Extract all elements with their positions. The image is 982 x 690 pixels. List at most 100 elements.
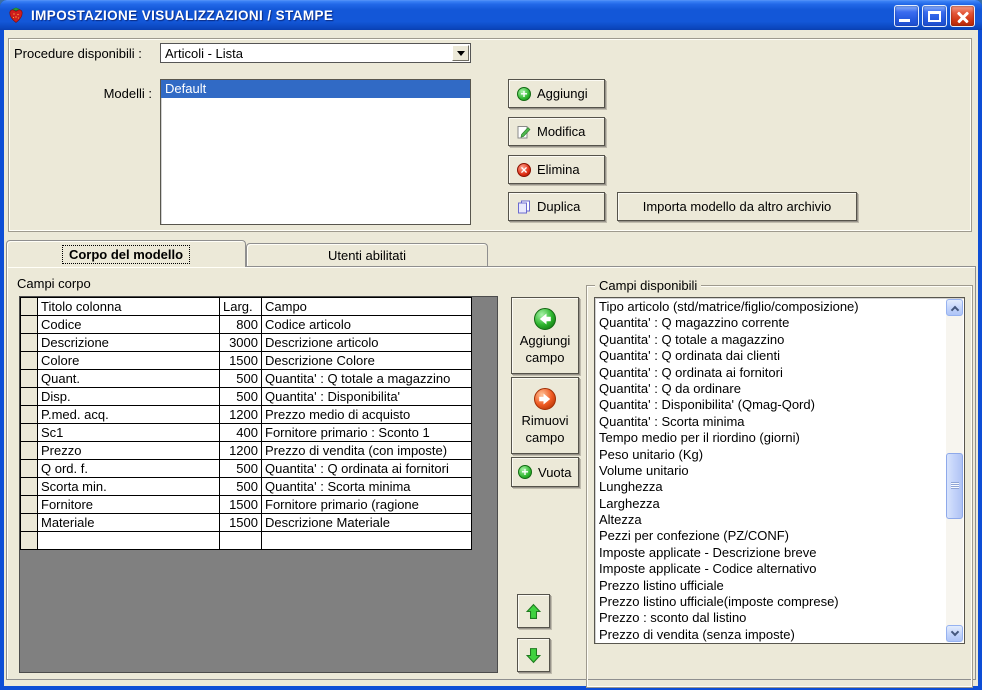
cell-campo: Descrizione Colore [261,351,472,370]
row-selector[interactable] [20,351,38,370]
row-selector[interactable] [20,423,38,442]
green-left-arrow-icon [534,307,556,330]
importa-modello-button[interactable]: Importa modello da altro archivio [617,192,857,221]
row-selector[interactable] [20,459,38,478]
col-header-larg: Larg. [219,297,262,316]
copy-pages-icon [518,200,530,213]
table-row-empty[interactable] [20,531,472,550]
combo-dropdown-button[interactable] [452,45,469,61]
dialog-body: Procedure disponibili : Articoli - Lista… [4,30,978,688]
table-row[interactable]: Fornitore 1500 Fornitore primario (ragione [20,495,472,514]
elimina-button[interactable]: × Elimina [508,155,605,184]
maximize-button[interactable] [922,5,947,27]
list-item[interactable]: Volume unitario [595,463,945,479]
cell-titolo: Q ord. f. [37,459,220,478]
cell-larg: 500 [219,387,262,406]
move-down-button[interactable] [517,638,550,672]
list-item[interactable]: Imposte applicate - Codice alternativo [595,561,945,577]
table-row[interactable]: Quant. 500 Quantita' : Q totale a magazzin… [20,369,472,388]
delete-x-icon: × [517,162,531,177]
move-up-button[interactable] [517,594,550,628]
list-item[interactable]: Peso unitario (Kg) [595,447,945,463]
scrollbar-thumb[interactable] [946,453,963,519]
row-selector[interactable] [20,387,38,406]
list-item[interactable]: Default [161,80,470,98]
row-selector[interactable] [20,513,38,532]
chevron-up-icon [950,305,959,314]
row-selector[interactable] [20,495,38,514]
table-row[interactable]: Scorta min. 500 Quantita' : Scorta minima [20,477,472,496]
plus-circle-icon: + [518,465,532,479]
list-item[interactable]: Quantita' : Q totale a magazzino [595,332,945,348]
scroll-up-button[interactable] [946,299,963,316]
list-item[interactable]: Quantita' : Q magazzino corrente [595,315,945,331]
cell-titolo: Sc1 [37,423,220,442]
list-item[interactable]: Prezzo listino ufficiale [595,578,945,594]
cell-campo: Descrizione Materiale [261,513,472,532]
table-row[interactable]: Codice 800 Codice articolo [20,315,472,334]
tab-utenti-abilitati[interactable]: Utenti abilitati [246,243,488,267]
list-item[interactable]: Imposte applicate - Descrizione breve [595,545,945,561]
table-row[interactable]: Colore 1500 Descrizione Colore [20,351,472,370]
cell-larg: 1500 [219,351,262,370]
procedure-combobox[interactable]: Articoli - Lista [160,43,471,63]
titlebar[interactable]: IMPOSTAZIONE VISUALIZZAZIONI / STAMPE [0,0,982,30]
campi-corpo-grid[interactable]: Titolo colonna Larg. Campo Codice 800 Codi… [19,296,498,673]
list-item[interactable]: Altezza [595,512,945,528]
cell-titolo: Descrizione [37,333,220,352]
list-item[interactable]: Tipo articolo (std/matrice/figlio/compos… [595,299,945,315]
campi-disponibili-items: Tipo articolo (std/matrice/figlio/compos… [595,299,945,643]
list-item[interactable]: Lunghezza [595,479,945,495]
table-row[interactable]: P.med. acq. 1200 Prezzo medio di acquisto [20,405,472,424]
vuota-button[interactable]: + Vuota [511,457,579,487]
cell-larg: 1500 [219,495,262,514]
cell-larg: 400 [219,423,262,442]
tab-corpo-del-modello[interactable]: Corpo del modello [6,240,246,267]
campi-corpo-table: Titolo colonna Larg. Campo Codice 800 Codi… [20,297,472,550]
aggiungi-button[interactable]: + Aggiungi [508,79,605,108]
list-item[interactable]: Tempo medio per il riordino (giorni) [595,430,945,446]
table-row[interactable]: Sc1 400 Fornitore primario : Sconto 1 [20,423,472,442]
duplica-button[interactable]: Duplica [508,192,605,221]
minimize-button[interactable] [894,5,919,27]
row-selector[interactable] [20,369,38,388]
close-button[interactable] [950,5,975,27]
vertical-scrollbar[interactable] [946,299,963,642]
table-row[interactable]: Disp. 500 Quantita' : Disponibilita' [20,387,472,406]
row-selector[interactable] [20,477,38,496]
campi-disponibili-listbox[interactable]: Tipo articolo (std/matrice/figlio/compos… [594,297,965,644]
list-item[interactable]: Quantita' : Scorta minima [595,414,945,430]
tab-label: Corpo del modello [61,244,191,264]
list-item[interactable]: Prezzo : sconto dal listino [595,610,945,626]
procedure-selected-value: Articoli - Lista [165,46,244,61]
chevron-down-icon [950,627,959,636]
list-item[interactable]: Quantita' : Q ordinata dai clienti [595,348,945,364]
modelli-listbox[interactable]: Default [160,79,471,225]
table-row[interactable]: Materiale 1500 Descrizione Materiale [20,513,472,532]
list-item[interactable]: Quantita' : Q da ordinare [595,381,945,397]
cell-campo: Prezzo di vendita (con imposte) [261,441,472,460]
row-selector[interactable] [20,405,38,424]
row-selector[interactable] [20,531,38,550]
strawberry-icon [9,7,23,23]
list-item[interactable]: Prezzo listino ufficiale(imposte compres… [595,594,945,610]
procedure-label: Procedure disponibili : [14,46,142,61]
list-item[interactable]: Prezzo di vendita (senza imposte) [595,627,945,643]
header-selector-cell [20,297,38,316]
table-row[interactable]: Q ord. f. 500 Quantita' : Q ordinata ai fo… [20,459,472,478]
table-row[interactable]: Descrizione 3000 Descrizione articolo [20,333,472,352]
rimuovi-campo-button[interactable]: Rimuovi campo [511,377,579,454]
list-item[interactable]: Quantita' : Q ordinata ai fornitori [595,365,945,381]
modifica-button[interactable]: Modifica [508,117,605,146]
list-item[interactable]: Larghezza [595,496,945,512]
cell-titolo: Colore [37,351,220,370]
table-row[interactable]: Prezzo 1200 Prezzo di vendita (con imposte… [20,441,472,460]
list-item[interactable]: Quantita' : Disponibilita' (Qmag-Qord) [595,397,945,413]
row-selector[interactable] [20,441,38,460]
list-item[interactable]: Pezzi per confezione (PZ/CONF) [595,528,945,544]
aggiungi-campo-button[interactable]: Aggiungi campo [511,297,579,374]
row-selector[interactable] [20,315,38,334]
cell-empty [261,531,472,550]
scroll-down-button[interactable] [946,625,963,642]
row-selector[interactable] [20,333,38,352]
